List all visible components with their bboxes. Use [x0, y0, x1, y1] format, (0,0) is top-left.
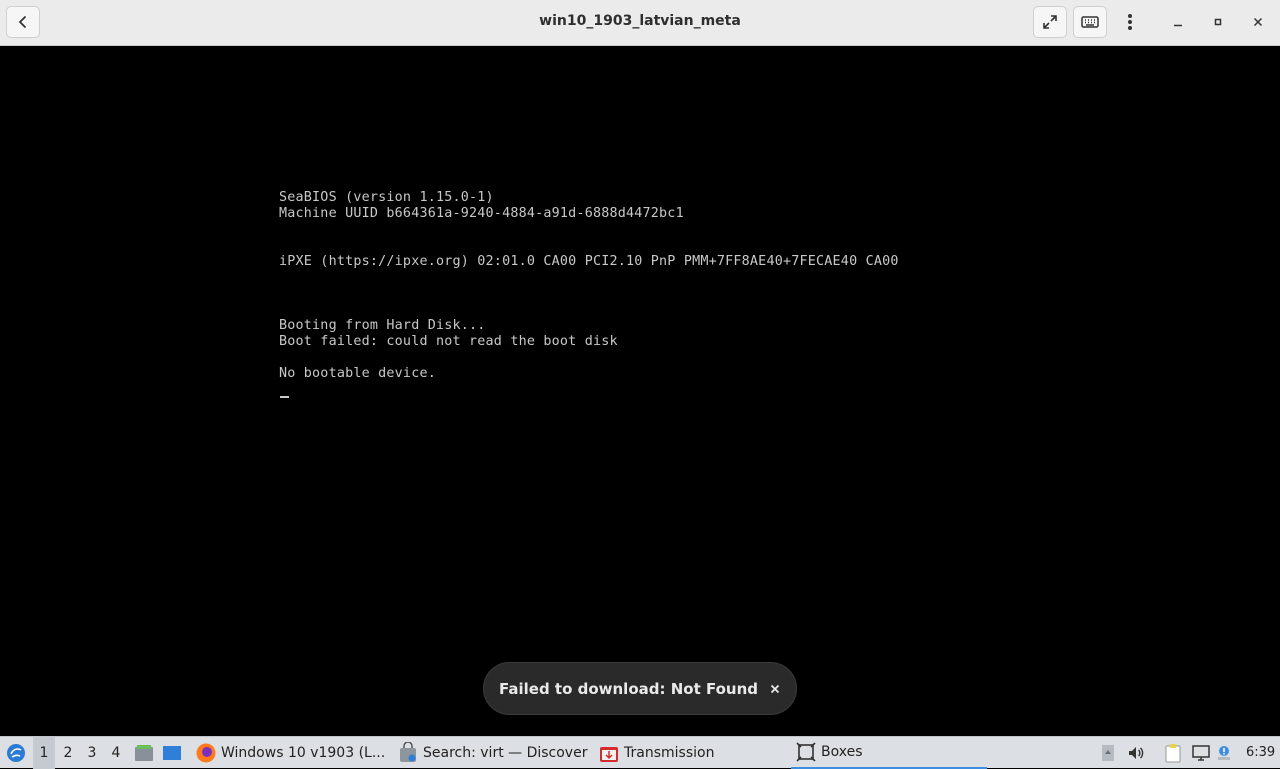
- task-firefox[interactable]: Windows 10 v1903 (L...: [191, 737, 387, 769]
- task-boxes[interactable]: Boxes: [791, 737, 987, 769]
- workspace-3[interactable]: 3: [81, 737, 103, 769]
- boxes-icon: [796, 742, 816, 762]
- volume-button[interactable]: [1126, 737, 1146, 769]
- clock[interactable]: 6:39: [1246, 745, 1275, 760]
- app-launcher-button[interactable]: [4, 737, 28, 769]
- workspace-2[interactable]: 2: [57, 737, 79, 769]
- minimize-icon: [1174, 24, 1182, 27]
- no-bootable-device-line: No bootable device.: [279, 366, 436, 381]
- text-cursor: [280, 396, 289, 398]
- maximize-icon: [1214, 18, 1222, 26]
- clipboard-icon: [1165, 744, 1181, 763]
- bios-version-line: SeaBIOS (version 1.15.0-1): [279, 190, 494, 205]
- desktop-icon: [163, 746, 181, 760]
- transmission-icon: [600, 747, 618, 762]
- network-icon: [1192, 745, 1210, 761]
- clipboard-button[interactable]: [1162, 737, 1184, 769]
- workspace-4[interactable]: 4: [105, 737, 127, 769]
- boot-failed-line: Boot failed: could not read the boot dis…: [279, 334, 618, 349]
- minimize-button[interactable]: [1166, 10, 1190, 34]
- fullscreen-button[interactable]: [1033, 6, 1067, 38]
- info-icon: [1218, 746, 1230, 760]
- task-label: Windows 10 v1903 (L...: [221, 745, 386, 761]
- file-manager-icon: [135, 745, 153, 761]
- volume-icon: [1129, 747, 1144, 759]
- fullscreen-icon: [1043, 15, 1057, 29]
- keyboard-icon: [1081, 16, 1099, 28]
- menu-button[interactable]: [1113, 6, 1147, 38]
- close-icon: [770, 684, 780, 694]
- tray-scroll-button[interactable]: [1099, 737, 1117, 769]
- file-manager-launcher[interactable]: [133, 737, 155, 769]
- show-desktop-button[interactable]: [161, 737, 183, 769]
- scroll-up-icon: [1102, 745, 1114, 761]
- notification-button[interactable]: [1216, 737, 1232, 769]
- keyboard-button[interactable]: [1073, 6, 1107, 38]
- machine-uuid-line: Machine UUID b664361a-9240-4884-a91d-688…: [279, 206, 684, 221]
- task-label: Search: virt — Discover: [423, 745, 588, 761]
- vm-display[interactable]: SeaBIOS (version 1.15.0-1) Machine UUID …: [0, 46, 1280, 736]
- task-label: Transmission: [624, 745, 715, 761]
- firefox-icon: [196, 743, 216, 763]
- task-discover[interactable]: Search: virt — Discover: [393, 737, 589, 769]
- maximize-button[interactable]: [1206, 10, 1230, 34]
- distro-logo-icon: [7, 744, 25, 762]
- discover-bag-icon: [400, 742, 416, 762]
- close-icon: [1253, 17, 1263, 27]
- kebab-menu-icon: [1128, 14, 1132, 30]
- taskbar: 1 2 3 4 Windows 10 v1903 (L... Search: v…: [0, 736, 1280, 769]
- toast-close-button[interactable]: [766, 680, 784, 698]
- ipxe-line: iPXE (https://ipxe.org) 02:01.0 CA00 PCI…: [279, 254, 899, 269]
- task-transmission[interactable]: Transmission: [594, 737, 790, 769]
- header-bar: win10_1903_latvian_meta: [0, 0, 1280, 46]
- workspace-1[interactable]: 1: [33, 737, 55, 769]
- error-toast: Failed to download: Not Found: [483, 662, 797, 715]
- close-window-button[interactable]: [1246, 10, 1270, 34]
- network-button[interactable]: [1190, 737, 1212, 769]
- task-label: Boxes: [821, 744, 863, 760]
- booting-line: Booting from Hard Disk...: [279, 318, 486, 333]
- toast-message: Failed to download: Not Found: [499, 680, 758, 698]
